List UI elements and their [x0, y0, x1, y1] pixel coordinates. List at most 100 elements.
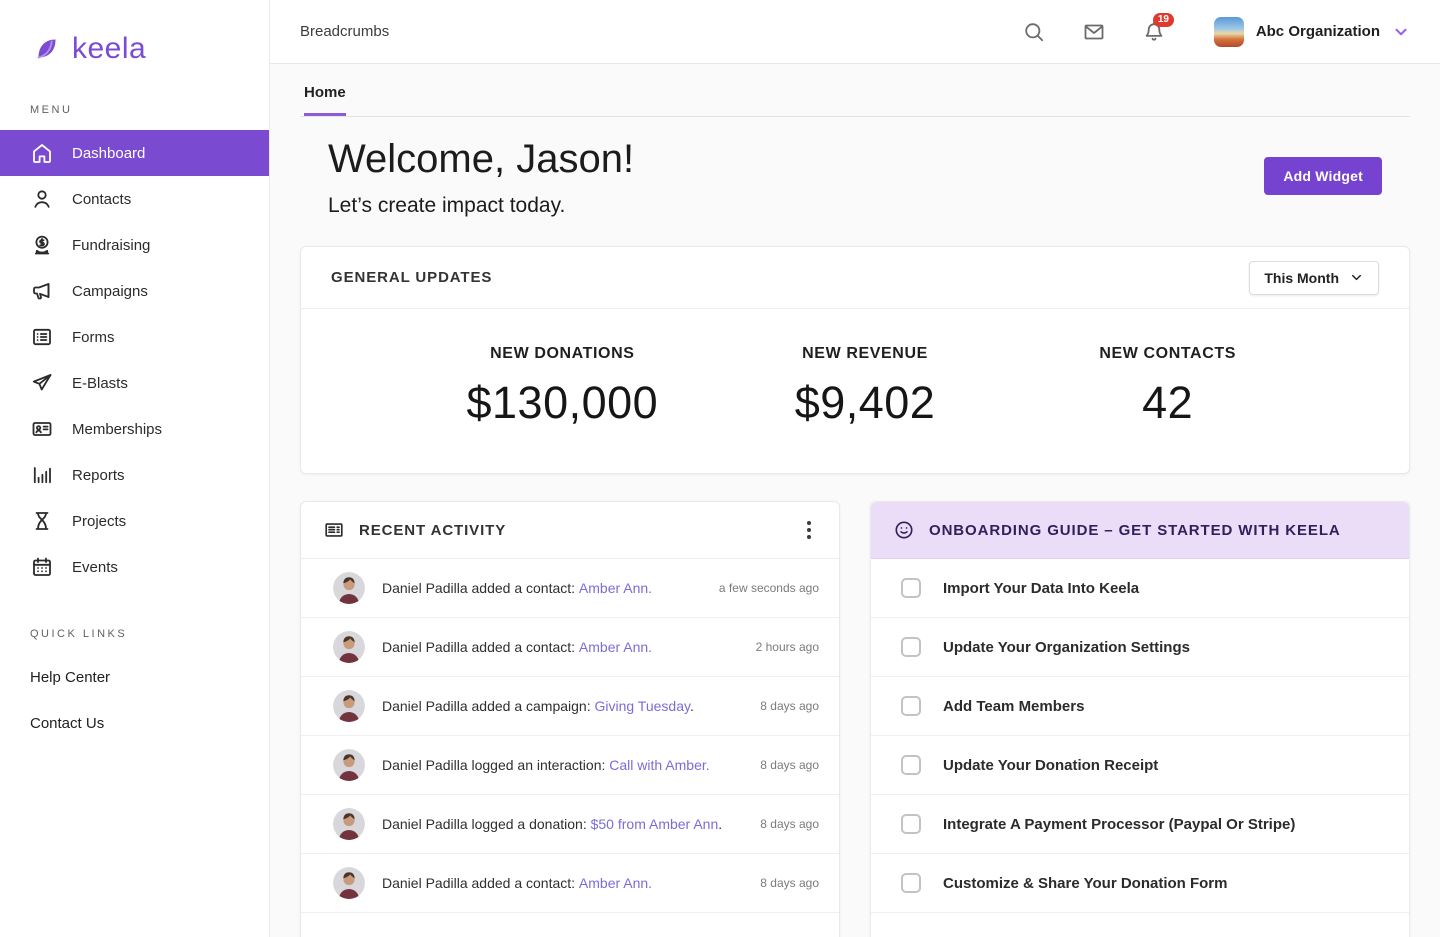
activity-timestamp: 8 days ago — [760, 876, 819, 890]
task-checkbox[interactable] — [901, 814, 921, 834]
period-dropdown[interactable]: This Month — [1249, 261, 1379, 295]
welcome-title: Welcome, Jason! — [328, 137, 634, 182]
tab-bar: Home — [300, 64, 1410, 117]
brand-logo[interactable]: keela — [0, 0, 269, 66]
activity-link[interactable]: Giving Tuesday — [594, 698, 689, 714]
quick-links: Help Center Contact Us — [0, 654, 269, 746]
activity-timestamp: 8 days ago — [760, 758, 819, 772]
onboarding-task[interactable]: Update Your Organization Settings — [871, 618, 1409, 677]
task-checkbox[interactable] — [901, 578, 921, 598]
chevron-down-icon — [1392, 23, 1410, 41]
paper-plane-icon — [30, 371, 54, 395]
activity-timestamp: 8 days ago — [760, 699, 819, 713]
onboarding-task[interactable]: Add Team Members — [871, 677, 1409, 736]
period-value: This Month — [1264, 270, 1339, 286]
sidebar-item[interactable]: Fundraising — [0, 222, 269, 268]
user-avatar — [333, 808, 365, 840]
activity-link[interactable]: $50 from Amber Ann — [591, 816, 719, 832]
recent-activity-card: RECENT ACTIVITY — [300, 501, 840, 937]
stat-label: NEW DONATIONS — [411, 345, 714, 363]
home-icon — [30, 141, 54, 165]
activity-row: Daniel Padilla added a contact: Amber An… — [301, 618, 839, 677]
hourglass-icon — [30, 509, 54, 533]
stat-value: $9,402 — [714, 377, 1017, 429]
search-icon[interactable] — [1022, 20, 1046, 44]
activity-timestamp: 8 days ago — [760, 817, 819, 831]
sidebar-item[interactable]: Reports — [0, 452, 269, 498]
activity-link[interactable]: Amber Ann. — [579, 580, 652, 596]
activity-suffix: . — [690, 698, 694, 714]
breadcrumb: Breadcrumbs — [300, 23, 389, 40]
person-icon — [30, 187, 54, 211]
user-avatar — [333, 867, 365, 899]
tab-home[interactable]: Home — [304, 84, 346, 116]
activity-list: Daniel Padilla added a contact: Amber An… — [301, 559, 839, 913]
onboarding-task[interactable]: Integrate A Payment Processor (Paypal Or… — [871, 795, 1409, 854]
organization-name: Abc Organization — [1256, 23, 1380, 40]
organization-avatar — [1214, 17, 1244, 47]
activity-row: Daniel Padilla added a contact: Amber An… — [301, 559, 839, 618]
activity-link[interactable]: Call with Amber. — [609, 757, 709, 773]
welcome-subtitle: Let’s create impact today. — [328, 194, 634, 218]
sidebar-item[interactable]: E-Blasts — [0, 360, 269, 406]
form-list-icon — [30, 325, 54, 349]
mail-icon[interactable] — [1082, 20, 1106, 44]
onboarding-title: ONBOARDING GUIDE – GET STARTED WITH KEEL… — [929, 522, 1341, 539]
bar-chart-icon — [30, 463, 54, 487]
calendar-icon — [30, 555, 54, 579]
sidebar-menu: Dashboard Contacts Fundraising Campaigns… — [0, 130, 269, 590]
task-checkbox[interactable] — [901, 873, 921, 893]
activity-actor-text: Daniel Padilla logged a donation: — [382, 816, 587, 832]
activity-link[interactable]: Amber Ann. — [579, 639, 652, 655]
activity-actor-text: Daniel Padilla logged an interaction: — [382, 757, 605, 773]
activity-link[interactable]: Amber Ann. — [579, 875, 652, 891]
recent-activity-title: RECENT ACTIVITY — [359, 522, 506, 539]
sidebar-item[interactable]: Events — [0, 544, 269, 590]
quick-links-section-label: QUICK LINKS — [0, 628, 269, 640]
notifications-bell-icon[interactable]: 19 — [1142, 20, 1166, 44]
stat-value: $130,000 — [411, 377, 714, 429]
megaphone-icon — [30, 279, 54, 303]
sidebar-item[interactable]: Contacts — [0, 176, 269, 222]
donation-icon — [30, 233, 54, 257]
quick-link[interactable]: Help Center — [0, 654, 269, 700]
task-checkbox[interactable] — [901, 637, 921, 657]
keela-leaf-icon — [30, 32, 64, 66]
activity-actor-text: Daniel Padilla added a contact: — [382, 875, 575, 891]
topbar: Breadcrumbs 19 Abc Organization — [270, 0, 1440, 64]
smiley-icon — [893, 519, 915, 541]
task-checkbox[interactable] — [901, 696, 921, 716]
activity-actor-text: Daniel Padilla added a campaign: — [382, 698, 591, 714]
onboarding-task[interactable]: Import Your Data Into Keela — [871, 559, 1409, 618]
chevron-down-icon — [1349, 270, 1364, 285]
activity-timestamp: a few seconds ago — [719, 581, 819, 595]
activity-row: Daniel Padilla logged a donation: $50 fr… — [301, 795, 839, 854]
stat: NEW DONATIONS $130,000 — [411, 345, 714, 429]
onboarding-task[interactable]: Update Your Donation Receipt — [871, 736, 1409, 795]
activity-actor-text: Daniel Padilla added a contact: — [382, 639, 575, 655]
quick-link[interactable]: Contact Us — [0, 700, 269, 746]
sidebar-item[interactable]: Projects — [0, 498, 269, 544]
brand-name: keela — [72, 32, 146, 66]
stat: NEW CONTACTS 42 — [1016, 345, 1319, 429]
stat-label: NEW CONTACTS — [1016, 345, 1319, 363]
task-checkbox[interactable] — [901, 755, 921, 775]
onboarding-guide-card: ONBOARDING GUIDE – GET STARTED WITH KEEL… — [870, 501, 1410, 937]
user-avatar — [333, 572, 365, 604]
activity-timestamp: 2 hours ago — [756, 640, 819, 654]
activity-row: Daniel Padilla added a campaign: Giving … — [301, 677, 839, 736]
menu-section-label: MENU — [0, 104, 269, 116]
sidebar-item[interactable]: Memberships — [0, 406, 269, 452]
sidebar-item[interactable]: Forms — [0, 314, 269, 360]
sidebar: keela MENU Dashboard Contacts Fundraisin… — [0, 0, 270, 937]
add-widget-button[interactable]: Add Widget — [1264, 157, 1382, 195]
notification-badge: 19 — [1153, 13, 1174, 27]
sidebar-item[interactable]: Dashboard — [0, 130, 269, 176]
onboarding-task[interactable]: Customize & Share Your Donation Form — [871, 854, 1409, 913]
kebab-menu-icon[interactable] — [801, 517, 817, 543]
activity-row: Daniel Padilla added a contact: Amber An… — [301, 854, 839, 913]
user-avatar — [333, 690, 365, 722]
sidebar-item[interactable]: Campaigns — [0, 268, 269, 314]
organization-switcher[interactable]: Abc Organization — [1214, 17, 1410, 47]
id-card-icon — [30, 417, 54, 441]
